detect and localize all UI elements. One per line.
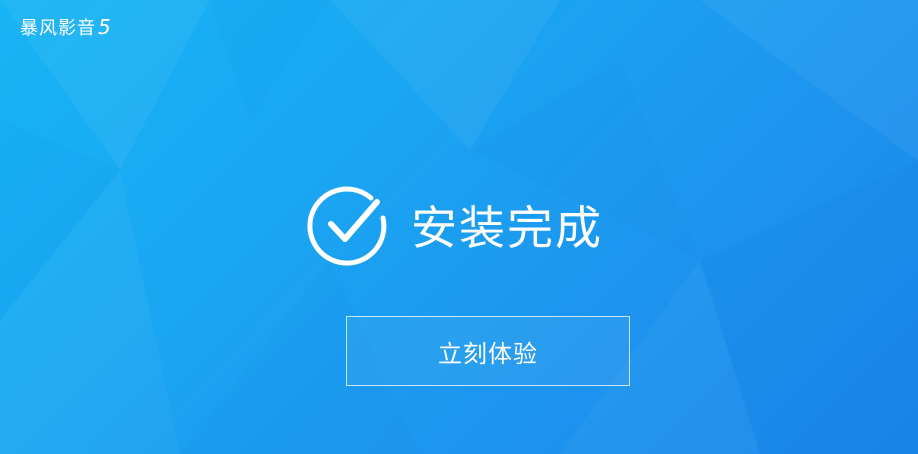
- status-text: 安装完成: [411, 201, 603, 255]
- start-now-button[interactable]: 立刻体验: [346, 316, 630, 386]
- app-brand: 暴风影音 5: [20, 14, 112, 40]
- brand-name: 暴风影音: [20, 18, 96, 39]
- install-status: 安装完成: [305, 182, 603, 268]
- installer-window: 暴风影音 5 安装完成 立刻体验: [0, 0, 918, 454]
- brand-version: 5: [98, 15, 112, 39]
- check-circle-icon: [307, 186, 387, 266]
